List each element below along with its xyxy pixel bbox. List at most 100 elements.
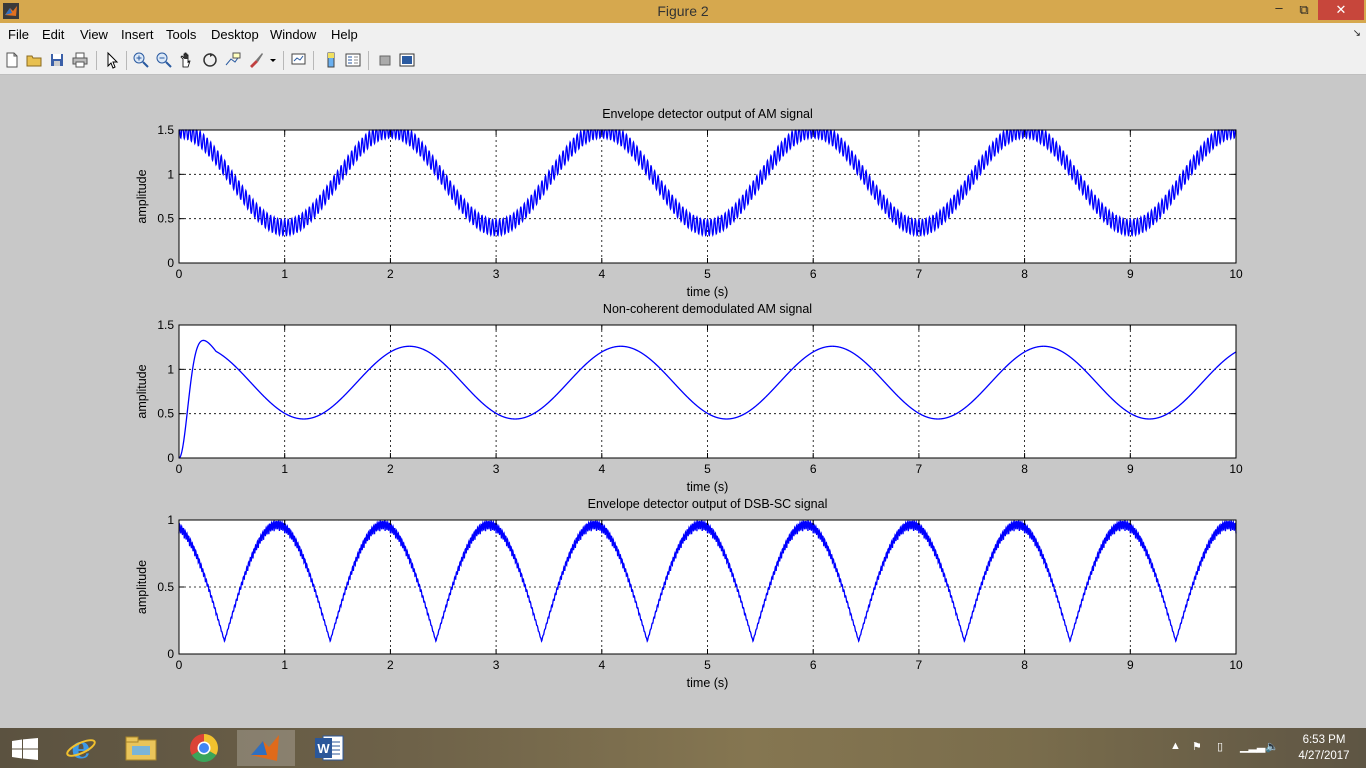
dock-arrow-icon[interactable]: ↘ — [1353, 28, 1361, 39]
x-tick-label: 0 — [176, 267, 183, 281]
rotate-3d-icon[interactable] — [201, 51, 219, 69]
colorbar-icon[interactable] — [322, 51, 340, 69]
chart-3-title: Envelope detector output of DSB-SC signa… — [588, 497, 828, 511]
y-tick-label: 0.5 — [157, 212, 174, 226]
chart-3-xlabel: time (s) — [687, 676, 729, 690]
hide-plot-tools-icon[interactable] — [376, 51, 394, 69]
data-cursor-icon[interactable] — [224, 51, 242, 69]
word-icon: W — [315, 735, 344, 761]
x-tick-label: 5 — [704, 462, 711, 476]
zoom-out-icon[interactable] — [155, 51, 173, 69]
toolbar-separator — [368, 51, 369, 70]
x-tick-label: 7 — [916, 658, 923, 672]
print-icon[interactable] — [71, 51, 89, 69]
tray-show-hidden-icon[interactable]: ▲ — [1170, 740, 1181, 752]
taskbar: e W ▲ ⚑ ▯ ▁▂▃ 🔈 6:53 PM 4/27/2017 — [0, 728, 1366, 768]
menu-desktop[interactable]: Desktop — [211, 27, 259, 42]
tray-volume-icon[interactable]: 🔈 — [1265, 740, 1279, 753]
edit-plot-arrow-icon[interactable] — [103, 51, 121, 69]
taskbar-matlab[interactable] — [237, 730, 295, 766]
new-figure-icon[interactable] — [3, 51, 21, 69]
x-tick-label: 7 — [916, 462, 923, 476]
svg-text:W: W — [317, 741, 330, 756]
x-tick-label: 3 — [493, 267, 500, 281]
x-tick-label: 9 — [1127, 267, 1134, 281]
chart-1-xlabel: time (s) — [687, 285, 729, 299]
x-tick-label: 8 — [1021, 658, 1028, 672]
tray-clock[interactable]: 6:53 PM 4/27/2017 — [1290, 732, 1358, 764]
x-tick-label: 9 — [1127, 462, 1134, 476]
minimize-button[interactable]: – — [1268, 0, 1290, 21]
toolbar-separator — [96, 51, 97, 70]
tray-flag-icon[interactable]: ⚑ — [1192, 740, 1202, 753]
x-tick-label: 8 — [1021, 462, 1028, 476]
menu-insert[interactable]: Insert — [121, 27, 154, 42]
tray-network-icon[interactable]: ▁▂▃ — [1240, 740, 1265, 753]
menu-edit[interactable]: Edit — [42, 27, 64, 42]
taskbar-file-explorer[interactable] — [112, 730, 170, 766]
clock-time: 6:53 PM — [1302, 734, 1346, 746]
window-title: Figure 2 — [657, 3, 709, 19]
menu-file[interactable]: File — [8, 27, 29, 42]
toolbar-separator — [283, 51, 284, 70]
x-tick-label: 10 — [1229, 267, 1243, 281]
zoom-in-icon[interactable] — [132, 51, 150, 69]
menu-view[interactable]: View — [80, 27, 108, 42]
link-plot-icon[interactable] — [290, 51, 308, 69]
pan-hand-icon[interactable] — [178, 51, 196, 69]
show-plot-tools-icon[interactable] — [398, 51, 416, 69]
x-tick-label: 6 — [810, 658, 817, 672]
svg-text:e: e — [71, 733, 90, 763]
chrome-icon — [190, 734, 218, 762]
menu-tools[interactable]: Tools — [166, 27, 196, 42]
close-button[interactable]: ✕ — [1318, 0, 1364, 20]
x-tick-label: 3 — [493, 462, 500, 476]
restore-button[interactable]: ⧉ — [1293, 2, 1315, 23]
open-file-icon[interactable] — [25, 51, 43, 69]
taskbar-internet-explorer[interactable]: e — [52, 730, 110, 766]
x-tick-label: 0 — [176, 658, 183, 672]
toolbar-separator — [313, 51, 314, 70]
save-icon[interactable] — [48, 51, 66, 69]
y-tick-label: 0 — [167, 256, 174, 270]
file-explorer-icon — [125, 736, 157, 761]
x-tick-label: 1 — [281, 658, 288, 672]
x-tick-label: 4 — [598, 267, 605, 281]
taskbar-word[interactable]: W — [300, 730, 358, 766]
x-tick-label: 9 — [1127, 658, 1134, 672]
y-tick-label: 1 — [167, 167, 174, 181]
x-tick-label: 5 — [704, 658, 711, 672]
chart-2-title: Non-coherent demodulated AM signal — [603, 302, 812, 316]
y-tick-label: 0.5 — [157, 407, 174, 421]
chart-1-title: Envelope detector output of AM signal — [602, 107, 813, 121]
x-tick-label: 6 — [810, 267, 817, 281]
y-tick-label: 1 — [167, 513, 174, 527]
x-tick-label: 8 — [1021, 267, 1028, 281]
y-tick-label: 0 — [167, 647, 174, 661]
menu-help[interactable]: Help — [331, 27, 358, 42]
brush-dropdown-icon[interactable] — [269, 51, 277, 69]
x-tick-label: 2 — [387, 462, 394, 476]
x-tick-label: 6 — [810, 462, 817, 476]
menu-window[interactable]: Window — [270, 27, 316, 42]
y-tick-label: 0.5 — [157, 580, 174, 594]
chart-2-ylabel: amplitude — [135, 364, 149, 418]
x-tick-label: 10 — [1229, 658, 1243, 672]
chart-1-ylabel: amplitude — [135, 169, 149, 223]
taskbar-chrome[interactable] — [176, 730, 234, 766]
matlab-icon — [251, 735, 279, 761]
x-tick-label: 4 — [598, 658, 605, 672]
x-tick-label: 1 — [281, 267, 288, 281]
brush-icon[interactable] — [247, 51, 265, 69]
toolbar-separator — [126, 51, 127, 70]
internet-explorer-icon: e — [66, 733, 96, 763]
legend-icon[interactable] — [344, 51, 362, 69]
x-tick-label: 4 — [598, 462, 605, 476]
windows-start-icon[interactable] — [12, 738, 38, 760]
x-tick-label: 0 — [176, 462, 183, 476]
x-tick-label: 7 — [916, 267, 923, 281]
tray-device-icon[interactable]: ▯ — [1217, 740, 1223, 753]
y-tick-label: 1.5 — [157, 318, 174, 332]
clock-date: 4/27/2017 — [1298, 750, 1350, 762]
x-tick-label: 5 — [704, 267, 711, 281]
